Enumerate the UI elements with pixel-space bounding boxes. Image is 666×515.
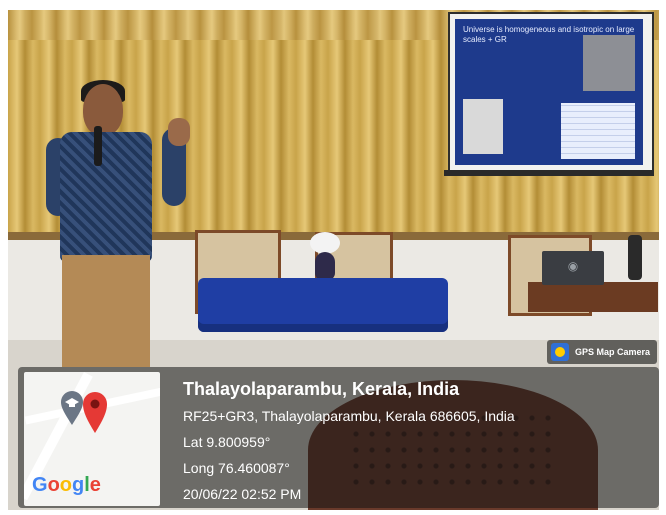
- speaker-raised-hand: [168, 118, 190, 146]
- projector-screen: Universe is homogeneous and isotropic on…: [448, 12, 654, 174]
- laptop: ◉: [542, 251, 604, 285]
- speaker-checked-shirt: [60, 132, 152, 262]
- google-logo-letter: g: [72, 474, 85, 496]
- speaker-head: [83, 84, 123, 136]
- map-thumbnail: Google: [24, 372, 160, 506]
- speaker-pants: [62, 255, 150, 367]
- date-time: 20/06/22 02:52 PM: [183, 486, 302, 502]
- latitude: Lat 9.800959°: [183, 434, 271, 450]
- presentation-slide: Universe is homogeneous and isotropic on…: [455, 19, 643, 165]
- gps-map-camera-label: GPS Map Camera: [575, 347, 651, 357]
- water-bottle: [628, 235, 642, 280]
- gps-map-camera-icon: [551, 343, 569, 361]
- blue-table: [198, 278, 448, 332]
- microphone-icon: [94, 126, 102, 166]
- google-logo-letter: o: [47, 474, 60, 496]
- location-pin-icon: [83, 392, 107, 433]
- side-table: [528, 282, 658, 312]
- screen-base-bar: [444, 170, 654, 176]
- location-details: Thalayolaparambu, Kerala, India RF25+GR3…: [183, 378, 653, 504]
- vase: [315, 252, 335, 280]
- address: RF25+GR3, Thalayolaparambu, Kerala 68660…: [183, 408, 515, 424]
- google-logo-letter: o: [59, 474, 72, 496]
- gps-map-camera-badge: GPS Map Camera: [547, 340, 657, 364]
- google-logo-letter: G: [32, 474, 48, 496]
- longitude: Long 76.460087°: [183, 460, 290, 476]
- slide-portrait-2: [583, 35, 635, 91]
- flower-bouquet: [310, 232, 340, 254]
- apple-logo-icon: ◉: [567, 259, 579, 273]
- slide-portrait-1: [463, 99, 503, 154]
- google-logo-letter: e: [89, 474, 101, 496]
- gps-map-camera-icon-inner: [555, 347, 565, 357]
- google-logo: Google: [32, 474, 101, 497]
- slide-grid-diagram: [561, 103, 635, 159]
- place-name: Thalayolaparambu, Kerala, India: [183, 379, 460, 399]
